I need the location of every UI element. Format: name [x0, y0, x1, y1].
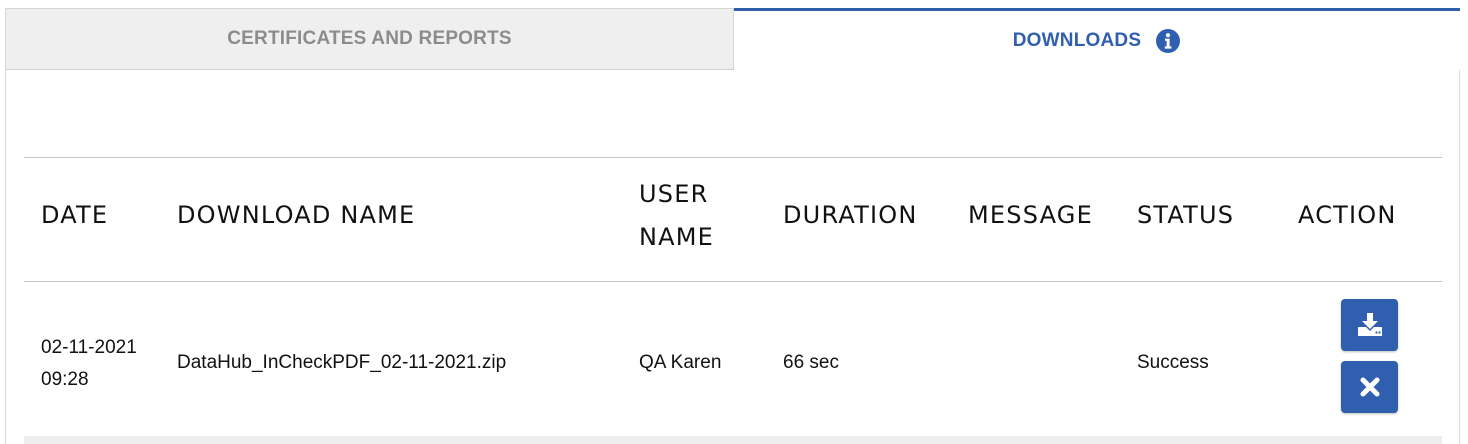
download-button[interactable]: [1341, 299, 1398, 351]
column-header-date: DATE: [41, 201, 109, 229]
column-header-user-name-line2: NAME: [639, 223, 715, 251]
close-icon: [1360, 377, 1379, 397]
row-date-day: 02-11-2021: [41, 337, 137, 358]
row-download-name: DataHub_InCheckPDF_02-11-2021.zip: [177, 352, 507, 373]
row-date: 02-11-2021 09:28: [41, 332, 137, 396]
table-header-divider: [24, 281, 1442, 282]
tab-downloads[interactable]: DOWNLOADS: [734, 8, 1460, 70]
column-header-duration: DURATION: [783, 201, 918, 229]
column-header-message: MESSAGE: [968, 201, 1093, 229]
tab-certificates-and-reports[interactable]: CERTIFICATES AND REPORTS: [5, 8, 734, 70]
row-duration: 66 sec: [783, 352, 839, 373]
table-footer-bar: [24, 436, 1442, 444]
column-header-user-name: USER NAME: [639, 173, 714, 259]
row-date-time: 09:28: [41, 369, 89, 390]
column-header-status: STATUS: [1137, 201, 1235, 229]
row-user-name: QA Karen: [639, 352, 722, 373]
download-icon: [1357, 313, 1382, 336]
column-header-user-name-line1: USER: [639, 180, 709, 208]
tab-downloads-label: DOWNLOADS: [1012, 29, 1142, 51]
table-top-border: [24, 157, 1442, 158]
column-header-action: ACTION: [1298, 201, 1397, 229]
row-status: Success: [1137, 352, 1209, 373]
tab-certificates-label: CERTIFICATES AND REPORTS: [227, 28, 512, 49]
delete-button[interactable]: [1341, 361, 1398, 413]
column-header-download-name: DOWNLOAD NAME: [177, 201, 416, 229]
info-circle-icon[interactable]: [1155, 28, 1181, 54]
